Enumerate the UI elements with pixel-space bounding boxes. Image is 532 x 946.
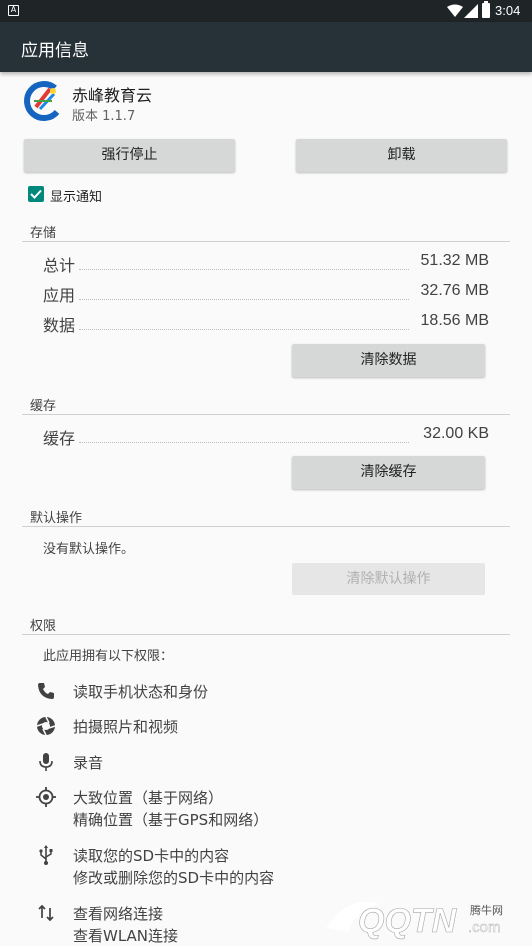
qqtn-watermark: QQTN .com 腾牛网 — [318, 888, 528, 944]
permission-text: 修改或删除您的SD卡中的内容 — [73, 869, 275, 887]
cache-row: 缓存 32.00 KB — [43, 425, 489, 449]
permissions-header: 权限 — [22, 615, 510, 635]
storage-row-app: 应用 32.76 MB — [43, 282, 489, 306]
storage-value: 18.56 MB — [418, 312, 489, 330]
permission-text: 读取手机状态和身份 — [73, 683, 209, 701]
app-name: 赤峰教育云 — [72, 86, 153, 105]
show-notifications-label: 显示通知 — [50, 190, 103, 205]
page-title: 应用信息 — [21, 41, 89, 61]
checkmark-icon — [30, 189, 42, 199]
storage-label: 总计 — [43, 252, 78, 276]
app-bar: 应用信息 — [0, 22, 532, 72]
status-bar: A 3:04 — [0, 0, 532, 22]
phone-icon — [38, 683, 54, 699]
clear-data-button[interactable]: 清除数据 — [292, 344, 485, 377]
no-defaults-text: 没有默认操作。 — [43, 542, 135, 557]
permission-text: 拍摄照片和视频 — [73, 718, 179, 736]
force-stop-button[interactable]: 强行停止 — [24, 139, 235, 172]
watermark-site-name: 腾牛网 — [470, 904, 503, 917]
usb-icon — [39, 845, 53, 865]
clear-cache-button[interactable]: 清除缓存 — [292, 456, 485, 489]
a-notification-icon: A — [8, 5, 19, 16]
defaults-header-label: 默认操作 — [30, 511, 83, 526]
svg-text:.com: .com — [468, 919, 501, 936]
storage-row-total: 总计 51.32 MB — [43, 252, 489, 276]
storage-row-data: 数据 18.56 MB — [43, 312, 489, 336]
defaults-header: 默认操作 — [22, 507, 510, 527]
show-notifications-checkbox[interactable] — [28, 186, 44, 202]
svg-text:QQTN: QQTN — [358, 902, 458, 940]
permissions-intro: 此应用拥有以下权限： — [43, 649, 174, 664]
cache-label: 缓存 — [43, 425, 78, 449]
location-icon — [36, 787, 56, 807]
storage-value: 32.76 MB — [418, 282, 489, 300]
app-version: 版本 1.1.7 — [72, 109, 136, 124]
storage-label: 应用 — [43, 282, 78, 306]
storage-header-label: 存储 — [30, 226, 57, 241]
cache-header: 缓存 — [22, 395, 510, 415]
permissions-header-label: 权限 — [30, 619, 57, 634]
permission-text: 录音 — [73, 754, 104, 772]
permission-text: 查看网络连接 — [73, 905, 164, 923]
microphone-icon — [39, 753, 53, 771]
permission-text: 查看WLAN连接 — [73, 927, 179, 945]
storage-label: 数据 — [43, 312, 78, 336]
camera-icon — [36, 716, 56, 736]
cache-value: 32.00 KB — [421, 425, 489, 443]
cache-header-label: 缓存 — [30, 399, 57, 414]
chifeng-education-cloud-icon — [24, 81, 64, 121]
wifi-icon — [447, 4, 463, 17]
storage-header: 存储 — [22, 222, 510, 242]
permission-text: 大致位置（基于网络） — [73, 789, 224, 807]
status-time: 3:04 — [495, 3, 521, 18]
battery-icon — [482, 1, 490, 18]
storage-value: 51.32 MB — [418, 252, 489, 270]
clear-defaults-button: 清除默认操作 — [292, 563, 485, 595]
network-arrows-icon — [38, 904, 54, 922]
permission-text: 精确位置（基于GPS和网络） — [73, 811, 269, 829]
uninstall-button[interactable]: 卸载 — [296, 139, 507, 172]
signal-icon — [464, 4, 478, 18]
permission-text: 读取您的SD卡中的内容 — [73, 847, 230, 865]
